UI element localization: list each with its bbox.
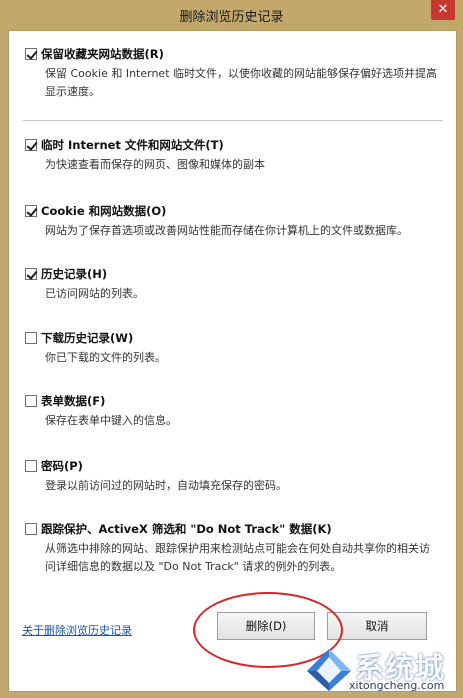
dialog-body: 保留收藏夹网站数据(R) 保留 Cookie 和 Internet 临时文件，以… — [8, 30, 457, 692]
option-label[interactable]: 历史记录(H) — [41, 266, 107, 282]
option-tracking-protection: 跟踪保护、ActiveX 筛选和 "Do Not Track" 数据(K) 从筛… — [25, 521, 445, 576]
option-description: 保存在表单中键入的信息。 — [45, 414, 177, 427]
option-history: 历史记录(H) 已访问网站的列表。 — [25, 266, 445, 303]
option-label[interactable]: 临时 Internet 文件和网站文件(T) — [41, 137, 224, 153]
option-passwords: 密码(P) 登录以前访问过的网站时，自动填充保存的密码。 — [25, 458, 445, 495]
option-download-history: 下载历史记录(W) 你已下载的文件的列表。 — [25, 330, 445, 367]
option-description: 保留 Cookie 和 Internet 临时文件，以使你收藏的网站能够保存偏好… — [45, 67, 437, 98]
option-description: 为快速查看而保存的网页、图像和媒体的副本 — [45, 158, 265, 171]
close-icon: ✕ — [437, 2, 449, 17]
option-label[interactable]: 下载历史记录(W) — [41, 330, 133, 346]
checkbox-passwords[interactable] — [25, 460, 37, 472]
title-bar[interactable]: 删除浏览历史记录 ✕ — [0, 0, 463, 30]
window-title: 删除浏览历史记录 — [179, 10, 284, 25]
option-label[interactable]: 保留收藏夹网站数据(R) — [41, 46, 164, 62]
checkbox-temp-files[interactable] — [25, 139, 37, 151]
option-description: 网站为了保存首选项或改善网站性能而存储在你计算机上的文件或数据库。 — [45, 224, 408, 237]
divider — [23, 120, 443, 121]
delete-button[interactable]: 删除(D) — [217, 612, 315, 640]
close-button[interactable]: ✕ — [431, 0, 455, 20]
option-preserve-favorites: 保留收藏夹网站数据(R) 保留 Cookie 和 Internet 临时文件，以… — [25, 46, 445, 101]
delete-browsing-history-dialog: 删除浏览历史记录 ✕ 保留收藏夹网站数据(R) 保留 Cookie 和 Inte… — [0, 0, 463, 698]
option-label[interactable]: 表单数据(F) — [41, 393, 105, 409]
checkbox-tracking-protection[interactable] — [25, 523, 37, 535]
option-description: 已访问网站的列表。 — [45, 287, 144, 300]
checkbox-cookies[interactable] — [25, 205, 37, 217]
checkbox-history[interactable] — [25, 268, 37, 280]
option-label[interactable]: 密码(P) — [41, 458, 83, 474]
about-delete-history-link[interactable]: 关于删除浏览历史记录 — [22, 622, 132, 638]
option-description: 从筛选中排除的网站、跟踪保护用来检测站点可能会在何处自动共享你的相关访问详细信息… — [45, 542, 430, 573]
checkbox-download-history[interactable] — [25, 332, 37, 344]
checkbox-preserve-favorites[interactable] — [25, 48, 37, 60]
cancel-button[interactable]: 取消 — [327, 612, 427, 640]
option-form-data: 表单数据(F) 保存在表单中键入的信息。 — [25, 393, 445, 430]
option-description: 你已下载的文件的列表。 — [45, 351, 166, 364]
option-temp-files: 临时 Internet 文件和网站文件(T) 为快速查看而保存的网页、图像和媒体… — [25, 137, 445, 174]
option-cookies: Cookie 和网站数据(O) 网站为了保存首选项或改善网站性能而存储在你计算机… — [25, 203, 445, 240]
option-description: 登录以前访问过的网站时，自动填充保存的密码。 — [45, 479, 287, 492]
checkbox-form-data[interactable] — [25, 395, 37, 407]
option-label[interactable]: Cookie 和网站数据(O) — [41, 203, 166, 219]
option-label[interactable]: 跟踪保护、ActiveX 筛选和 "Do Not Track" 数据(K) — [41, 521, 332, 537]
